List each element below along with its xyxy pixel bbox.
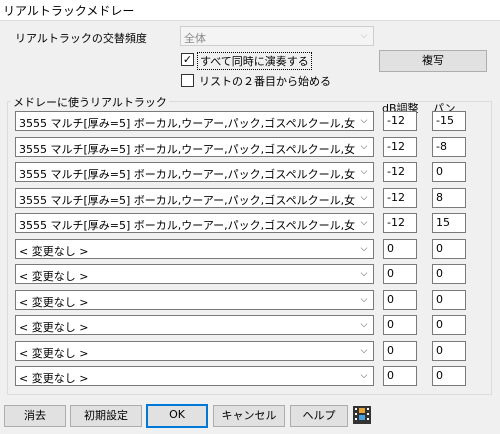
db-input[interactable]: 0 xyxy=(383,290,417,310)
track-dropdown[interactable]: 3555 マルチ[厚み=5] ボーカル,ウーアー,パック,ゴスペルクール,女声3… xyxy=(15,111,374,131)
db-input[interactable]: 0 xyxy=(383,366,417,386)
film-icon[interactable] xyxy=(352,404,372,426)
ok-button[interactable]: OK xyxy=(146,404,208,428)
track-name: 3555 マルチ[厚み=5] ボーカル,ウーアー,パック,ゴスペルクール,女声3… xyxy=(19,117,355,130)
track-name: < 変更なし > xyxy=(19,372,89,385)
play-all-label[interactable]: すべて同時に演奏する xyxy=(197,52,312,70)
chevron-down-icon: ⌵ xyxy=(360,320,368,330)
pan-input[interactable]: -15 xyxy=(432,111,466,131)
track-name: < 変更なし > xyxy=(19,347,89,360)
group-label: メドレーに使うリアルトラック xyxy=(11,94,169,110)
track-dropdown[interactable]: < 変更なし > ⌵ xyxy=(15,239,374,259)
chevron-down-icon: ⌵ xyxy=(360,346,368,356)
copy-button[interactable]: 複写 xyxy=(379,50,487,72)
track-dropdown[interactable]: < 変更なし > ⌵ xyxy=(15,264,374,284)
start-second-checkbox[interactable] xyxy=(181,74,194,87)
chevron-down-icon: ⌵ xyxy=(360,244,368,254)
pan-input[interactable]: 0 xyxy=(432,315,466,335)
chevron-down-icon: ⌵ xyxy=(360,269,368,279)
db-input[interactable]: -12 xyxy=(383,188,417,208)
track-name: 3555 マルチ[厚み=5] ボーカル,ウーアー,パック,ゴスペルクール,女声3… xyxy=(19,168,355,181)
pan-input[interactable]: 0 xyxy=(432,341,466,361)
window-title: リアルトラックメドレー xyxy=(3,4,135,18)
chevron-down-icon: ⌵ xyxy=(360,295,368,305)
track-dropdown[interactable]: 3555 マルチ[厚み=5] ボーカル,ウーアー,パック,ゴスペルクール,女声3… xyxy=(15,188,374,208)
track-name: 3555 マルチ[厚み=5] ボーカル,ウーアー,パック,ゴスペルクール,女声3… xyxy=(19,194,355,207)
pan-input[interactable]: -8 xyxy=(432,137,466,157)
track-dropdown[interactable]: < 変更なし > ⌵ xyxy=(15,341,374,361)
help-button[interactable]: ヘルプ xyxy=(290,405,348,427)
track-name: 3555 マルチ[厚み=5] ボーカル,ウーアー,パック,ゴスペルクール,女声3… xyxy=(19,219,355,232)
track-dropdown[interactable]: < 変更なし > ⌵ xyxy=(15,366,374,386)
pan-input[interactable]: 15 xyxy=(432,213,466,233)
frequency-dropdown[interactable]: 全体 ⌵ xyxy=(180,26,374,46)
track-name: < 変更なし > xyxy=(19,321,89,334)
pan-input[interactable]: 0 xyxy=(432,162,466,182)
chevron-down-icon: ⌵ xyxy=(360,371,368,381)
play-all-checkbox[interactable]: ✓ xyxy=(181,53,194,66)
pan-input[interactable]: 0 xyxy=(432,239,466,259)
track-dropdown[interactable]: 3555 マルチ[厚み=5] ボーカル,ウーアー,パック,ゴスペルクール,女声3… xyxy=(15,137,374,157)
track-dropdown[interactable]: < 変更なし > ⌵ xyxy=(15,290,374,310)
db-input[interactable]: -12 xyxy=(383,213,417,233)
delete-button[interactable]: 消去 xyxy=(4,405,66,427)
db-input[interactable]: -12 xyxy=(383,162,417,182)
chevron-down-icon: ⌵ xyxy=(360,218,368,228)
frequency-value: 全体 xyxy=(184,32,206,45)
chevron-down-icon: ⌵ xyxy=(360,193,368,203)
track-name: 3555 マルチ[厚み=5] ボーカル,ウーアー,パック,ゴスペルクール,女声3… xyxy=(19,143,355,156)
title-bar: リアルトラックメドレー xyxy=(0,0,500,21)
track-dropdown[interactable]: 3555 マルチ[厚み=5] ボーカル,ウーアー,パック,ゴスペルクール,女声3… xyxy=(15,162,374,182)
track-dropdown[interactable]: < 変更なし > ⌵ xyxy=(15,315,374,335)
track-dropdown[interactable]: 3555 マルチ[厚み=5] ボーカル,ウーアー,パック,ゴスペルクール,女声3… xyxy=(15,213,374,233)
pan-input[interactable]: 0 xyxy=(432,290,466,310)
chevron-down-icon: ⌵ xyxy=(360,31,368,41)
db-input[interactable]: -12 xyxy=(383,111,417,131)
pan-input[interactable]: 0 xyxy=(432,264,466,284)
frequency-label: リアルトラックの交替頻度 xyxy=(15,32,147,45)
chevron-down-icon: ⌵ xyxy=(360,167,368,177)
db-input[interactable]: 0 xyxy=(383,341,417,361)
start-second-label[interactable]: リストの２番目から始める xyxy=(199,73,331,89)
db-input[interactable]: 0 xyxy=(383,264,417,284)
pan-input[interactable]: 8 xyxy=(432,188,466,208)
pan-input[interactable]: 0 xyxy=(432,366,466,386)
chevron-down-icon: ⌵ xyxy=(360,116,368,126)
track-name: < 変更なし > xyxy=(19,296,89,309)
db-input[interactable]: 0 xyxy=(383,239,417,259)
track-name: < 変更なし > xyxy=(19,270,89,283)
reset-button[interactable]: 初期設定 xyxy=(70,405,142,427)
chevron-down-icon: ⌵ xyxy=(360,142,368,152)
cancel-button[interactable]: キャンセル xyxy=(213,405,285,427)
db-input[interactable]: 0 xyxy=(383,315,417,335)
db-input[interactable]: -12 xyxy=(383,137,417,157)
track-name: < 変更なし > xyxy=(19,245,89,258)
